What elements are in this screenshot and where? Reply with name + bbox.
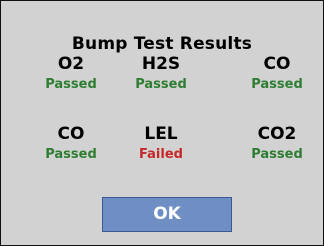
status-label: Passed: [251, 77, 303, 92]
dialog-title: Bump Test Results: [71, 34, 253, 54]
result-co: CO Passed: [237, 54, 317, 94]
status-label: Passed: [251, 147, 303, 162]
gas-label: LEL: [144, 124, 178, 144]
gas-label: O2: [57, 54, 85, 74]
result-o2: O2 Passed: [31, 54, 111, 94]
result-co2: CO2 Passed: [237, 124, 317, 164]
gas-label: CO: [263, 54, 291, 74]
status-label: Passed: [45, 147, 97, 162]
bump-test-dialog: Bump Test Results O2 Passed H2S Passed C…: [0, 0, 324, 246]
status-label: Passed: [135, 77, 187, 92]
result-h2s: H2S Passed: [121, 54, 201, 94]
gas-label: CO2: [257, 124, 297, 144]
ok-button[interactable]: OK: [102, 197, 232, 232]
gas-label: H2S: [141, 54, 181, 74]
gas-label: CO: [57, 124, 85, 144]
status-label: Passed: [45, 77, 97, 92]
status-label: Failed: [139, 147, 183, 162]
result-lel: LEL Failed: [121, 124, 201, 164]
result-co-2: CO Passed: [31, 124, 111, 164]
